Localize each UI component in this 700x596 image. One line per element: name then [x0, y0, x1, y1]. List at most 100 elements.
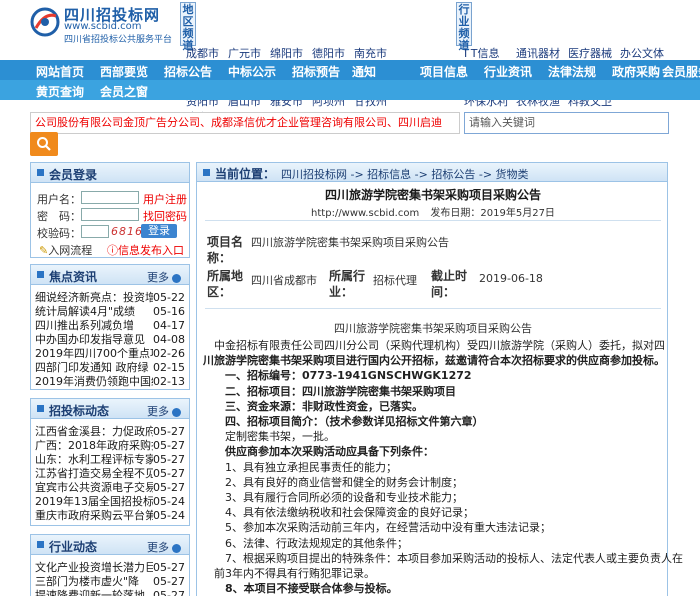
search-input[interactable]: 请输入关键词	[464, 112, 669, 134]
info-icon: ⓘ	[107, 244, 118, 257]
bidding-dynamics-box: 招投标动态 更多 江西省金溪县：力促政府 05-27 广西：2018年政府采购投 05…	[30, 398, 190, 526]
area-value: 四川省成都市	[251, 274, 317, 287]
list-item[interactable]: 细说经济新亮点：投资增 05-22	[35, 291, 185, 305]
nav-link[interactable]: 通知	[352, 63, 376, 80]
nav-link[interactable]: 会员服务	[662, 63, 700, 80]
list-item-title[interactable]: 中办国办印发指导意见	[35, 333, 153, 347]
nav-link[interactable]: 法律法规	[548, 63, 596, 80]
article-pubdate: 发布日期：2019年5月27日	[430, 208, 555, 219]
nav-link[interactable]: 西部要览	[100, 63, 148, 80]
publish-entry-link[interactable]: ⓘ信息发布入口	[107, 242, 184, 258]
nav-link[interactable]: 网站首页	[36, 63, 84, 80]
captcha-input[interactable]	[81, 225, 109, 238]
login-button[interactable]: 登录	[141, 224, 177, 238]
breadcrumb-path[interactable]: 四川招投标网 -> 招标信息 -> 招标公告 -> 货物类	[281, 166, 529, 182]
username-label: 用户名：	[37, 193, 81, 206]
nav-link[interactable]: 招标预告	[292, 63, 340, 80]
site-logo[interactable]: 四川招投标网 www.scbid.com 四川省招投标公共服务平台	[30, 4, 190, 45]
breadcrumb-label: 当前位置：	[215, 167, 276, 181]
list-item-title[interactable]: 2019年四川700个重点项	[35, 347, 153, 361]
list-item[interactable]: 2019年13届全国招投标 05-24	[35, 495, 185, 509]
article-title: 四川旅游学院密集书架采购项目采购公告	[324, 188, 541, 202]
list-item-title[interactable]: 文化产业投资增长潜力巨	[35, 561, 153, 575]
captcha-label: 校验码：	[37, 227, 81, 240]
bidding-dynamics-header: 招投标动态 更多	[31, 399, 189, 419]
list-item-date: 05-22	[153, 291, 185, 304]
list-item[interactable]: 广西：2018年政府采购投 05-27	[35, 439, 185, 453]
body-line: 4、具有依法缴纳税收和社会保障资金的良好记录；	[203, 506, 474, 520]
list-item-title[interactable]: 广西：2018年政府采购投	[35, 439, 153, 453]
list-item-title[interactable]: 重庆市政府采购云平台第	[35, 509, 153, 523]
list-item[interactable]: 提速降费迎新一轮落地 05-27	[35, 589, 185, 596]
list-item[interactable]: 2019年四川700个重点项 02-26	[35, 347, 185, 361]
list-item[interactable]: 四部门印发通知 政府绿 02-15	[35, 361, 185, 375]
list-item[interactable]: 山东：水利工程评标专家 05-27	[35, 453, 185, 467]
focus-news-title: 焦点资讯	[49, 270, 98, 284]
register-link[interactable]: 用户注册	[143, 191, 187, 207]
list-item-title[interactable]: 2019年13届全国招投标	[35, 495, 153, 509]
nav-link[interactable]: 招标公告	[164, 63, 212, 80]
list-item-title[interactable]: 宜宾市公共资源电子交易	[35, 481, 153, 495]
body-line: 川旅游学院密集书架采购项目进行国内公开招标，兹邀请符合本次招标要求的供应商参加投…	[203, 354, 665, 368]
body-line: 定制密集书架，一批。	[203, 430, 335, 444]
list-item-date: 05-27	[153, 439, 185, 452]
list-item-title[interactable]: 四部门印发通知 政府绿	[35, 361, 153, 375]
logo-url: www.scbid.com	[64, 21, 142, 32]
nav-link[interactable]: 中标公示	[228, 63, 276, 80]
body-line: 三、资金来源：非财政性资金，已落实。	[203, 399, 423, 413]
scrolling-news[interactable]: 公司股份有限公司金顶广告分公司、成都泽信优才企业管理咨询有限公司、四川启迪	[30, 112, 460, 134]
list-item-title[interactable]: 三部门为楼市虚火"降	[35, 575, 153, 589]
area-label: 所属地区：	[207, 269, 244, 299]
body-line: 供应商参加本次采购活动应具备下列条件：	[203, 445, 434, 459]
password-input[interactable]	[81, 208, 139, 221]
nav-link[interactable]: 项目信息	[420, 63, 468, 80]
industry-channel-tag: 行业频道	[456, 2, 472, 52]
list-item[interactable]: 中办国办印发指导意见 04-08	[35, 333, 185, 347]
nav-link[interactable]: 黄页查询	[36, 83, 84, 100]
username-input[interactable]	[81, 191, 139, 204]
bullet-icon	[203, 169, 210, 176]
industry-label: 所属行业：	[329, 269, 366, 299]
list-item[interactable]: 江苏省打造交易全程不见 05-27	[35, 467, 185, 481]
project-name-label: 项目名称：	[207, 235, 244, 265]
industry-news-more-link[interactable]: 更多	[147, 539, 181, 555]
signup-flow-link[interactable]: ✎入网流程	[39, 242, 92, 258]
arrow-icon	[172, 407, 181, 417]
login-box: 会员登录 用户名： 用户注册 密 码： 找回密码 校验码： 6816 登录 ✎入…	[30, 162, 190, 258]
nav-link[interactable]: 会员之窗	[100, 83, 148, 100]
list-item[interactable]: 2019年消费仍领跑中国经 02-13	[35, 375, 185, 389]
list-item-date: 04-17	[153, 319, 185, 332]
article-meta: http://www.scbid.com 发布日期：2019年5月27日	[197, 204, 669, 219]
list-item-title[interactable]: 2019年消费仍领跑中国经	[35, 375, 153, 389]
nav-link[interactable]: 行业资讯	[484, 63, 532, 80]
bullet-icon	[37, 541, 44, 548]
deadline-label: 截止时间：	[431, 269, 468, 299]
focus-news-more-link[interactable]: 更多	[147, 269, 181, 285]
body-title: 四川旅游学院密集书架采购项目采购公告	[334, 322, 532, 335]
list-item-date: 05-27	[153, 467, 185, 480]
list-item-title[interactable]: 江西省金溪县：力促政府	[35, 425, 153, 439]
header: 四川招投标网 www.scbid.com 四川省招投标公共服务平台 地区频道 成…	[0, 0, 700, 124]
forgot-password-link[interactable]: 找回密码	[143, 208, 187, 224]
list-item[interactable]: 宜宾市公共资源电子交易 05-27	[35, 481, 185, 495]
list-item-title[interactable]: 统计局解读4月"成绩	[35, 305, 153, 319]
list-item[interactable]: 重庆市政府采购云平台第 05-24	[35, 509, 185, 523]
bidding-dynamics-more-link[interactable]: 更多	[147, 403, 181, 419]
search-button[interactable]	[30, 132, 58, 156]
body-line: 7、根据采购项目提出的特殊条件：本项目参加采购活动的投标人、法定代表人或主要负责…	[203, 551, 683, 565]
list-item[interactable]: 四川推出系列减负增 04-17	[35, 319, 185, 333]
captcha-image[interactable]: 6816	[111, 225, 143, 238]
list-item-title[interactable]: 细说经济新亮点：投资增	[35, 291, 153, 305]
article-source: http://www.scbid.com	[311, 208, 420, 219]
list-item-title[interactable]: 山东：水利工程评标专家	[35, 453, 153, 467]
nav-link[interactable]: 政府采购	[612, 63, 660, 80]
main-nav: 网站首页 西部要览 招标公告 中标公示 招标预告 通知 项目信息 行业资讯 法律法规 政府采购 会员…	[0, 60, 700, 100]
list-item[interactable]: 三部门为楼市虚火"降 05-27	[35, 575, 185, 589]
list-item-title[interactable]: 四川推出系列减负增	[35, 319, 153, 333]
list-item-title[interactable]: 提速降费迎新一轮落地	[35, 589, 153, 596]
list-item-date: 02-26	[153, 347, 185, 360]
list-item[interactable]: 文化产业投资增长潜力巨 05-27	[35, 561, 185, 575]
list-item[interactable]: 统计局解读4月"成绩 05-16	[35, 305, 185, 319]
list-item[interactable]: 江西省金溪县：力促政府 05-27	[35, 425, 185, 439]
list-item-title[interactable]: 江苏省打造交易全程不见	[35, 467, 153, 481]
